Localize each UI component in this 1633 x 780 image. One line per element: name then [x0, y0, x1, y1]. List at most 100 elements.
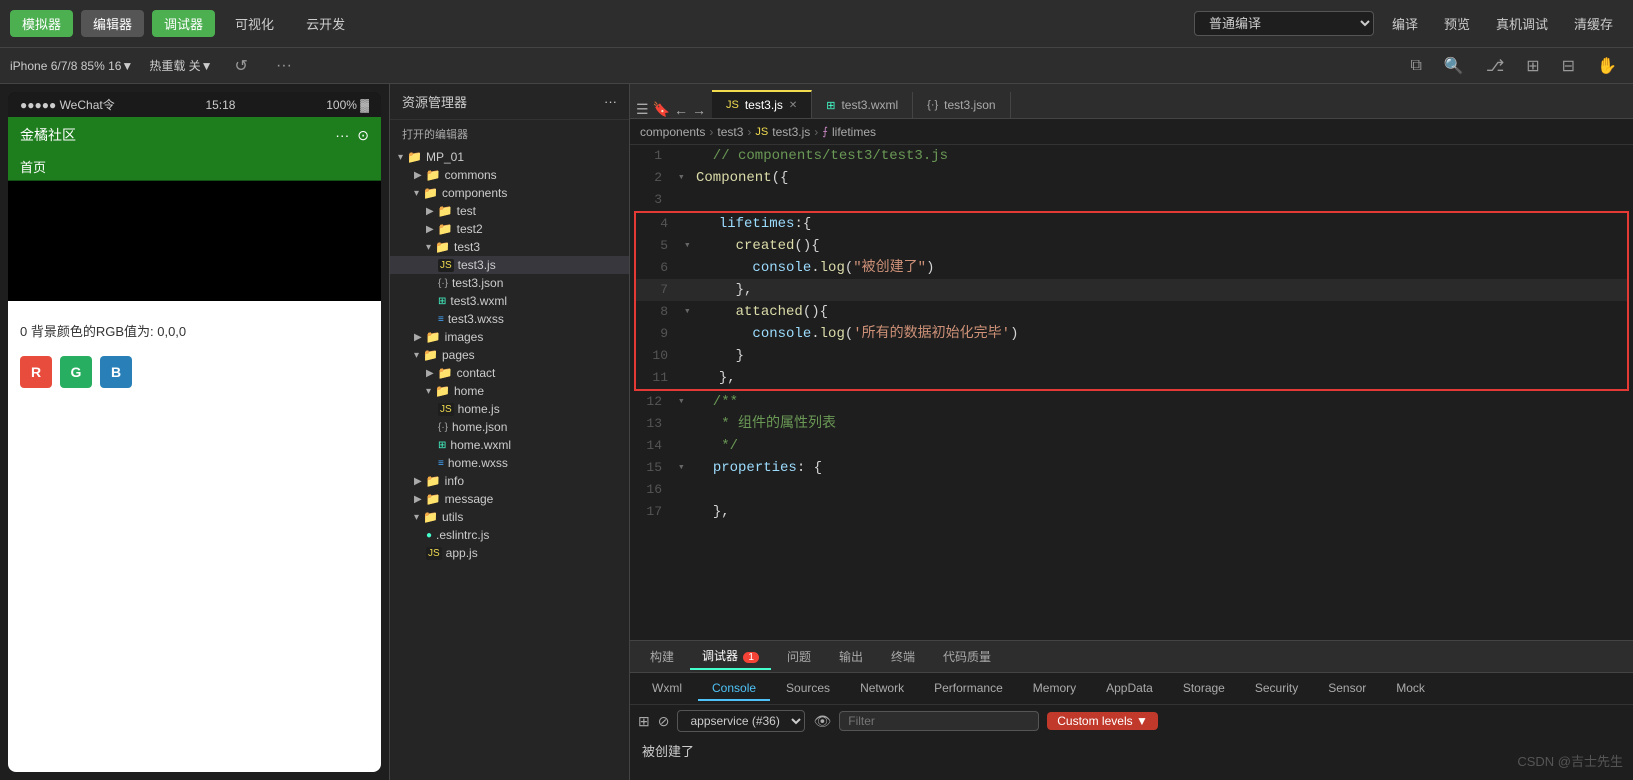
filter-input[interactable] [839, 711, 1039, 731]
toolbar-btn-visual[interactable]: 可视化 [223, 10, 286, 37]
folder-pages[interactable]: ▾ 📁 pages [390, 346, 629, 364]
folder-info[interactable]: ▶ 📁 info [390, 472, 629, 490]
bookmark-icon[interactable]: 🔖 [653, 101, 670, 118]
folder-components[interactable]: ▾ 📁 components [390, 184, 629, 202]
g-button[interactable]: G [60, 356, 92, 388]
devtool-tab-storage[interactable]: Storage [1169, 677, 1239, 701]
file-eslintrc[interactable]: ● .eslintrc.js [390, 526, 629, 544]
more-options-icon[interactable]: ··· [270, 55, 298, 77]
real-debug-button[interactable]: 真机调试 [1486, 10, 1558, 37]
devtool-tab-appdata[interactable]: AppData [1092, 677, 1167, 701]
file-home-json[interactable]: {·} home.json [390, 418, 629, 436]
opened-editors-label: 打开的编辑器 [390, 120, 629, 144]
breadcrumb-components[interactable]: components [640, 125, 705, 139]
tab-issues[interactable]: 问题 [775, 644, 823, 669]
folder-images[interactable]: ▶ 📁 images [390, 328, 629, 346]
search-icon[interactable]: 🔍 [1438, 54, 1470, 78]
devtools-dock-icon[interactable]: ⊞ [638, 713, 650, 730]
branch-icon[interactable]: ⎇ [1480, 54, 1510, 78]
code-area[interactable]: 1 // components/test3/test3.js 2 ▾ Compo… [630, 145, 1633, 640]
file-tree-menu[interactable]: ··· [604, 94, 617, 109]
line-arrow-15[interactable]: ▾ [678, 457, 692, 479]
tab-test3-json[interactable]: {·} test3.json [913, 92, 1010, 118]
folder-message[interactable]: ▶ 📁 message [390, 490, 629, 508]
devtool-tab-memory[interactable]: Memory [1019, 677, 1090, 701]
tab-test3-js[interactable]: JS test3.js ✕ [712, 90, 812, 118]
line-arrow-12[interactable]: ▾ [678, 391, 692, 413]
phone-camera-icon[interactable]: ⊙ [357, 127, 369, 144]
custom-levels-button[interactable]: Custom levels ▼ [1047, 712, 1158, 730]
debugger-badge: 1 [743, 652, 759, 663]
editor-panel-icon[interactable]: ☰ [636, 101, 649, 118]
layout-icon[interactable]: ⊟ [1556, 54, 1581, 78]
tab-code-quality[interactable]: 代码质量 [931, 644, 1003, 669]
folder-commons[interactable]: ▶ 📁 commons [390, 166, 629, 184]
images-folder-icon: 📁 [426, 330, 441, 344]
devtool-tab-performance[interactable]: Performance [920, 677, 1017, 701]
devtools-clear-icon[interactable]: ⊘ [658, 713, 670, 730]
line-arrow-5[interactable]: ▾ [684, 235, 698, 257]
file-tree-root[interactable]: ▾ 📁 MP_01 [390, 148, 629, 166]
line-arrow-8[interactable]: ▾ [684, 301, 698, 323]
file-test3-js[interactable]: JS test3.js [390, 256, 629, 274]
clear-cache-button[interactable]: 清缓存 [1564, 10, 1623, 37]
file-test3-json[interactable]: {·} test3.json [390, 274, 629, 292]
grid-icon[interactable]: ⊞ [1520, 54, 1545, 78]
tab-test3-js-close[interactable]: ✕ [789, 100, 797, 111]
devtools-tabs: Wxml Console Sources Network Performance… [630, 673, 1633, 705]
devtool-tab-sensor[interactable]: Sensor [1314, 677, 1380, 701]
test2-label: test2 [457, 222, 483, 236]
line-arrow-2[interactable]: ▾ [678, 167, 692, 189]
compile-button[interactable]: 编译 [1382, 10, 1428, 37]
b-button[interactable]: B [100, 356, 132, 388]
folder-home[interactable]: ▾ 📁 home [390, 382, 629, 400]
toolbar-btn-cloud[interactable]: 云开发 [294, 10, 357, 37]
hand-icon[interactable]: ✋ [1591, 54, 1623, 78]
devtool-tab-wxml[interactable]: Wxml [638, 677, 696, 701]
devtool-tab-security[interactable]: Security [1241, 677, 1312, 701]
devtool-tab-sources[interactable]: Sources [772, 677, 844, 701]
folder-utils[interactable]: ▾ 📁 utils [390, 508, 629, 526]
folder-contact[interactable]: ▶ 📁 contact [390, 364, 629, 382]
file-home-wxml[interactable]: ⊞ home.wxml [390, 436, 629, 454]
devtool-tab-mock[interactable]: Mock [1382, 677, 1439, 701]
file-home-wxss[interactable]: ≡ home.wxss [390, 454, 629, 472]
images-label: images [445, 330, 484, 344]
devtool-tab-network[interactable]: Network [846, 677, 918, 701]
line-content-15: properties: { [692, 457, 1633, 479]
toolbar-btn-editor[interactable]: 编辑器 [81, 10, 144, 37]
devtool-tab-console[interactable]: Console [698, 677, 770, 701]
phone-nav[interactable]: 首页 [8, 153, 381, 181]
appservice-select[interactable]: appservice (#36) [677, 710, 805, 732]
toolbar-btn-debugger[interactable]: 调试器 [152, 10, 215, 37]
tab-terminal[interactable]: 终端 [879, 644, 927, 669]
folder-test3[interactable]: ▾ 📁 test3 [390, 238, 629, 256]
tab-output[interactable]: 输出 [827, 644, 875, 669]
line-content-12: /** [692, 391, 1633, 413]
folder-test[interactable]: ▶ 📁 test [390, 202, 629, 220]
code-line-1: 1 // components/test3/test3.js [630, 145, 1633, 167]
breadcrumb-test3-js[interactable]: test3.js [772, 125, 810, 139]
r-button[interactable]: R [20, 356, 52, 388]
file-test3-wxml[interactable]: ⊞ test3.wxml [390, 292, 629, 310]
file-test3-wxss[interactable]: ≡ test3.wxss [390, 310, 629, 328]
breadcrumb-test3[interactable]: test3 [717, 125, 743, 139]
file-app-js[interactable]: JS app.js [390, 544, 629, 562]
phone-menu-dots[interactable]: ··· [335, 127, 349, 144]
breadcrumb-lifetimes[interactable]: lifetimes [832, 125, 876, 139]
eye-icon[interactable]: 👁 [813, 713, 831, 730]
copy-icon[interactable]: ⧉ [1404, 55, 1427, 77]
toolbar-btn-simulator[interactable]: 模拟器 [10, 10, 73, 37]
file-home-js[interactable]: JS home.js [390, 400, 629, 418]
folder-test2[interactable]: ▶ 📁 test2 [390, 220, 629, 238]
tab-build[interactable]: 构建 [638, 644, 686, 669]
tab-debugger[interactable]: 调试器 1 [690, 643, 771, 670]
compile-mode-select[interactable]: 普通编译 [1194, 11, 1374, 36]
hot-reload-toggle[interactable]: 热重载 关▼ [149, 57, 212, 74]
preview-button[interactable]: 预览 [1434, 10, 1480, 37]
device-selector[interactable]: iPhone 6/7/8 85% 16▼ [10, 59, 133, 73]
refresh-icon[interactable]: ↺ [229, 54, 254, 78]
tab-test3-wxml[interactable]: ⊞ test3.wxml [812, 92, 913, 118]
navigate-back-icon[interactable]: ← [674, 102, 688, 118]
navigate-forward-icon[interactable]: → [692, 102, 706, 118]
